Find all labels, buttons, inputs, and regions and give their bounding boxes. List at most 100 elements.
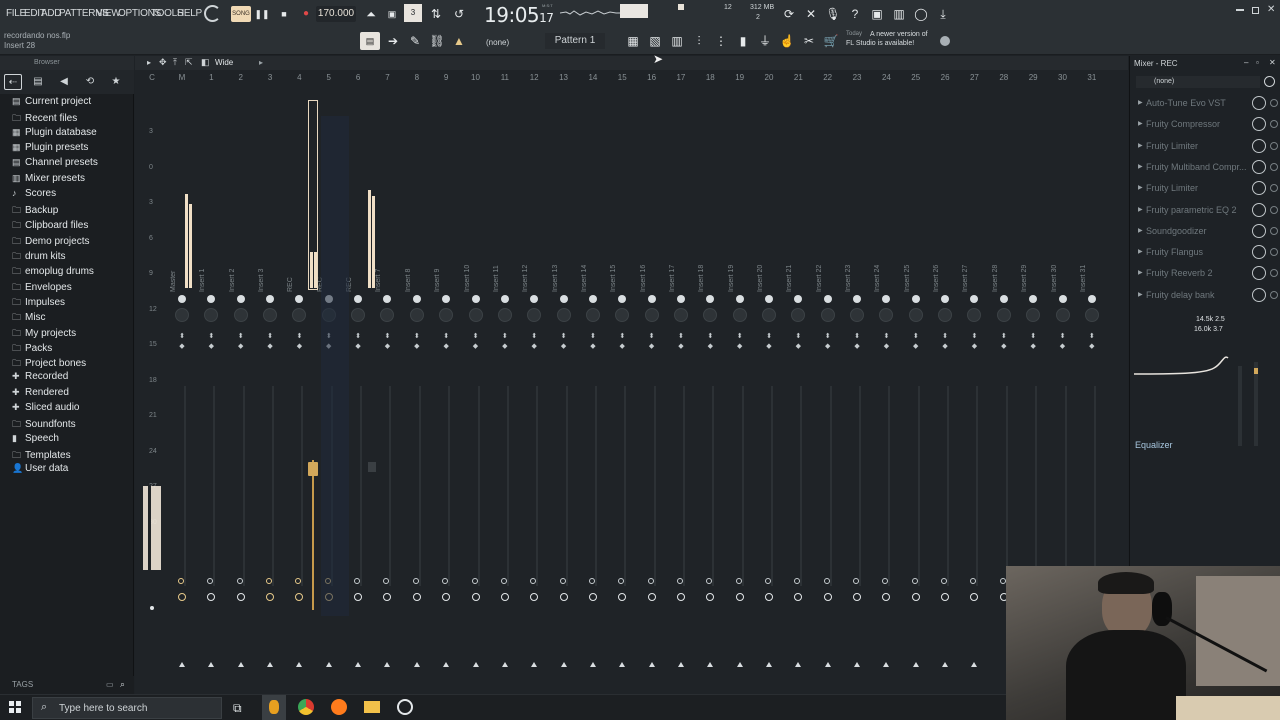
swap-icon[interactable]: ◆: [208, 343, 214, 354]
send-led[interactable]: [412, 578, 419, 584]
browser-item[interactable]: ✚ Sliced audio: [12, 402, 79, 416]
browser-item[interactable]: 🗀 Misc: [12, 310, 46, 324]
mixer-strip-label[interactable]: Insert 24: [874, 256, 884, 292]
effect-slot-name[interactable]: Soundgoodizer: [1146, 226, 1207, 236]
chrome-icon[interactable]: [298, 699, 314, 715]
slot-arrow-icon[interactable]: ▶: [1138, 142, 1143, 149]
slot-mix-knob[interactable]: [1252, 117, 1266, 132]
slot-enable-led[interactable]: [1270, 290, 1278, 299]
mute-led[interactable]: [588, 295, 597, 303]
mute-led[interactable]: [266, 295, 275, 303]
news-line1[interactable]: A newer version of: [870, 31, 928, 38]
pan-knob[interactable]: [233, 308, 248, 322]
effect-slot[interactable]: ▶ Fruity Limiter: [1136, 137, 1278, 157]
route-arrow-icon[interactable]: [677, 662, 684, 667]
pattern-selector[interactable]: Pattern 1: [545, 33, 605, 49]
mute-led[interactable]: [178, 295, 186, 303]
send-led[interactable]: [236, 578, 243, 584]
effect-slot-name[interactable]: Fruity Limiter: [1146, 141, 1198, 151]
browser-item[interactable]: ▮ Speech: [12, 433, 59, 447]
pan-knob[interactable]: [1055, 308, 1070, 322]
pan-knob[interactable]: [439, 308, 454, 322]
mixer-split-icon[interactable]: ⇱: [185, 57, 193, 68]
mute-led[interactable]: [295, 295, 304, 303]
mute-led[interactable]: [911, 295, 920, 303]
pan-knob[interactable]: [791, 308, 806, 322]
route-knob[interactable]: [735, 593, 744, 601]
browser-item[interactable]: 🗀 Recent files: [12, 111, 77, 125]
swap-icon[interactable]: ◆: [1030, 343, 1036, 354]
stamp-icon[interactable]: ▲: [450, 32, 468, 50]
slot-mix-knob[interactable]: [1252, 202, 1266, 217]
mixer-strip-label[interactable]: Insert 28: [992, 256, 1002, 292]
pencil-icon[interactable]: ✎: [406, 32, 424, 50]
mixer-strip-label[interactable]: Insert 31: [1080, 256, 1090, 292]
route-arrow-icon[interactable]: [413, 662, 420, 667]
mixer-icon[interactable]: ⫶: [690, 32, 708, 50]
effect-slot-name[interactable]: Fruity parametric EQ 2: [1146, 205, 1237, 215]
browser-item[interactable]: ✚ Recorded: [12, 371, 68, 385]
pan-knob[interactable]: [468, 308, 483, 322]
effect-slot-name[interactable]: Auto-Tune Evo VST: [1146, 98, 1226, 108]
route-arrow-icon[interactable]: [912, 662, 919, 667]
route-knob[interactable]: [559, 593, 568, 601]
pan-knob[interactable]: [732, 308, 747, 322]
loop-record-icon[interactable]: ↺: [450, 5, 468, 23]
route-arrow-icon[interactable]: [942, 662, 949, 667]
slot-arrow-icon[interactable]: ▶: [1138, 99, 1143, 106]
mixer-strip-label[interactable]: Insert 2: [229, 256, 239, 292]
mixer-menu-arrow-icon[interactable]: ▸: [147, 58, 151, 67]
mute-led[interactable]: [882, 295, 891, 303]
mixer-strip-label[interactable]: Insert 16: [640, 256, 650, 292]
effect-slot[interactable]: ▶ Soundgoodizer: [1136, 222, 1278, 242]
save-icon[interactable]: ▣: [868, 5, 886, 23]
route-arrow-icon[interactable]: [854, 662, 861, 667]
plugin-icon[interactable]: ▥: [890, 5, 908, 23]
slot-mix-knob[interactable]: [1252, 138, 1266, 153]
mute-led[interactable]: [765, 295, 773, 303]
touch-icon[interactable]: ☝: [778, 32, 796, 50]
menu-help[interactable]: HELP: [177, 8, 202, 19]
microphone-icon[interactable]: 🎙: [824, 5, 842, 23]
send-led[interactable]: [266, 578, 273, 584]
browser-item[interactable]: 🗀 Demo projects: [12, 234, 89, 248]
swap-icon[interactable]: ◆: [267, 343, 273, 354]
stop-icon[interactable]: ■: [275, 5, 293, 23]
send-led[interactable]: [823, 578, 830, 584]
route-knob[interactable]: [823, 593, 832, 601]
browser-item[interactable]: 🗀 emoplug drums: [12, 264, 94, 278]
mixer-strip-label[interactable]: Insert 1: [199, 256, 209, 292]
send-led[interactable]: [500, 578, 507, 584]
send-led[interactable]: [999, 578, 1006, 584]
route-knob[interactable]: [266, 593, 275, 601]
browser-item[interactable]: 🗀 Soundfonts: [12, 417, 76, 431]
route-arrow-icon[interactable]: [766, 662, 772, 667]
pan-knob[interactable]: [527, 308, 542, 322]
cut-icon[interactable]: ✂: [800, 32, 818, 50]
mute-led[interactable]: [471, 295, 480, 303]
swap-icon[interactable]: ◆: [414, 343, 420, 354]
mute-led[interactable]: [1087, 295, 1096, 303]
swap-icon[interactable]: ◆: [355, 343, 361, 354]
app-icon[interactable]: [397, 699, 413, 715]
slot-enable-led[interactable]: [1270, 162, 1278, 171]
mute-led[interactable]: [970, 295, 979, 303]
slot-mix-knob[interactable]: [1252, 245, 1266, 260]
mixer-strip-label[interactable]: Insert 3: [258, 256, 268, 292]
route-knob[interactable]: [178, 593, 186, 601]
pan-knob[interactable]: [380, 308, 395, 322]
insert-clock-icon[interactable]: [1264, 76, 1275, 87]
route-knob[interactable]: [383, 593, 392, 601]
route-knob[interactable]: [765, 593, 773, 601]
mixer-strip-label[interactable]: Insert 9: [434, 256, 444, 292]
route-arrow-icon[interactable]: [560, 662, 567, 667]
route-knob[interactable]: [530, 593, 539, 601]
send-led[interactable]: [647, 578, 654, 584]
send-led[interactable]: [676, 578, 683, 584]
pan-knob[interactable]: [673, 308, 688, 322]
mixer-strip-label[interactable]: Insert 14: [581, 256, 591, 292]
pan-knob[interactable]: [703, 308, 718, 322]
firefox-icon[interactable]: [331, 699, 347, 715]
swap-icon[interactable]: ◆: [649, 343, 655, 354]
route-arrow-icon[interactable]: [531, 662, 538, 667]
